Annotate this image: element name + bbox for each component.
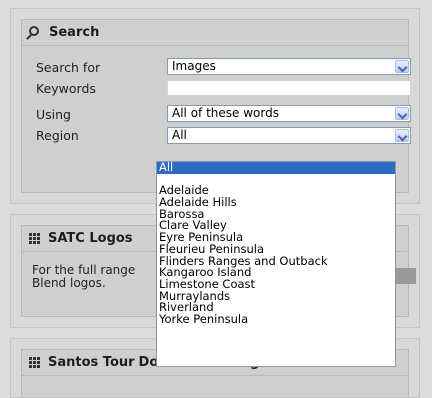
keywords-input[interactable]	[167, 80, 411, 96]
search-panel-title: Search	[49, 25, 100, 40]
using-label: Using	[36, 106, 71, 122]
grid-icon	[29, 356, 41, 369]
grid-icon	[29, 232, 41, 245]
region-label: Region	[36, 127, 79, 143]
chevron-down-icon[interactable]	[395, 107, 409, 120]
dropdown-option[interactable]: Yorke Peninsula	[157, 313, 395, 326]
search-for-value: Images	[172, 59, 216, 73]
search-for-label: Search for	[36, 59, 101, 75]
dropdown-option[interactable]: All	[157, 161, 395, 174]
search-for-select[interactable]: Images	[167, 58, 411, 75]
satc-logos-text-line2: Blend logos.	[32, 276, 106, 290]
region-row: Region	[36, 126, 158, 144]
chevron-down-icon[interactable]	[395, 60, 409, 73]
satc-download-button[interactable]	[394, 268, 416, 284]
search-panel-header: Search	[22, 20, 408, 46]
satc-logos-title: SATC Logos	[48, 231, 133, 246]
region-value: All	[172, 128, 187, 142]
using-select[interactable]: All of these words	[167, 105, 411, 122]
using-row: Using	[36, 105, 158, 123]
chevron-down-icon[interactable]	[395, 129, 409, 142]
search-for-row: Search for	[36, 58, 158, 76]
region-dropdown-list[interactable]: All Adelaide Adelaide Hills Barossa Clar…	[156, 161, 396, 367]
keywords-row: Keywords	[36, 79, 158, 97]
using-value: All of these words	[172, 106, 279, 120]
santos-tour-title: Santos Tour	[48, 355, 135, 370]
keywords-label: Keywords	[36, 80, 96, 96]
region-select[interactable]: All	[167, 127, 411, 144]
search-icon	[29, 25, 43, 40]
